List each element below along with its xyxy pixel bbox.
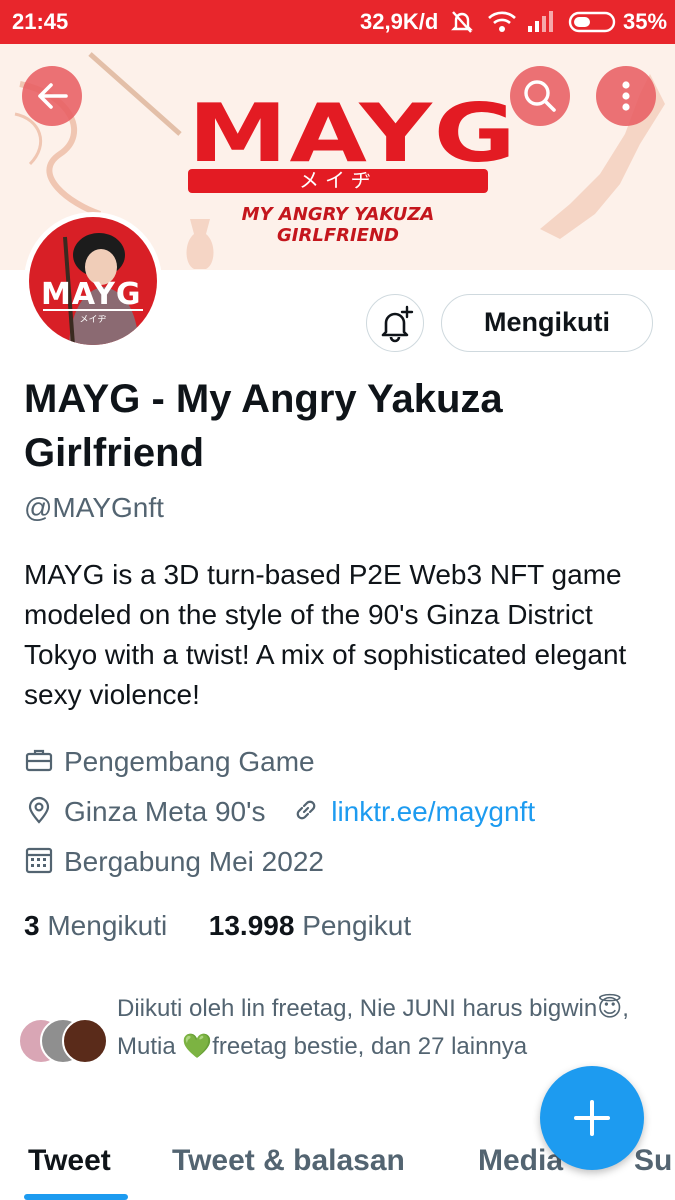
compose-tweet-button[interactable]	[540, 1066, 644, 1170]
profile-avatar[interactable]: MAYG メイヂ	[24, 212, 162, 350]
status-time: 21:45	[12, 9, 69, 34]
back-button[interactable]	[22, 66, 82, 126]
display-name: MAYG - My Angry Yakuza Girlfriend	[24, 377, 503, 475]
followers-count: 13.998	[208, 910, 295, 941]
following-count: 3	[24, 910, 40, 941]
status-bar: 21:45 32,9K/d 35%	[0, 0, 675, 44]
banner-logo-kana: メイヂ	[188, 169, 488, 193]
signal-icon	[526, 8, 556, 42]
more-vertical-icon	[622, 81, 630, 111]
profile-location-row: Ginza Meta 90's linktr.ee/maygnft	[24, 795, 535, 828]
category-label: Pengembang Game	[64, 746, 315, 777]
calendar-icon	[25, 847, 53, 874]
follow-counts: 3 Mengikuti 13.998 Pengikut	[24, 910, 411, 942]
notifications-button[interactable]	[366, 294, 424, 352]
wifi-icon	[486, 8, 518, 42]
followed-by-text[interactable]: Diikuti oleh lin freetag, Nie JUNI harus…	[117, 990, 657, 1066]
profile-bio: MAYG is a 3D turn-based P2E Web3 NFT gam…	[24, 559, 627, 710]
banner-logo-text: MAYG	[188, 86, 518, 181]
plus-icon	[574, 1100, 610, 1136]
following-label: Mengikuti	[47, 910, 168, 941]
search-button[interactable]	[510, 66, 570, 126]
katana-decoration	[88, 52, 182, 136]
back-arrow-icon	[38, 83, 68, 109]
following-link[interactable]: 3 Mengikuti	[24, 910, 167, 941]
location-pin-icon	[28, 796, 50, 824]
search-icon	[524, 80, 556, 112]
followed-by-avatars[interactable]	[18, 1018, 110, 1066]
more-button[interactable]	[596, 66, 656, 126]
avatar-logo-kana: メイヂ	[43, 309, 143, 325]
mute-icon	[448, 8, 476, 42]
active-tab-indicator	[24, 1194, 128, 1200]
joined-label: Bergabung Mei 2022	[64, 846, 324, 877]
briefcase-icon	[25, 749, 53, 772]
avatar-image: MAYG メイヂ	[29, 217, 157, 345]
tab-tweets-replies[interactable]: Tweet & balasan	[172, 1144, 405, 1178]
profile-link[interactable]: linktr.ee/maygnft	[331, 796, 535, 827]
avatar-logo-text: MAYG	[41, 277, 142, 312]
followers-label: Pengikut	[302, 910, 412, 941]
user-handle: @MAYGnft	[24, 492, 164, 523]
following-button[interactable]: Mengikuti	[441, 294, 653, 352]
banner-logo-subtitle: MY ANGRY YAKUZA GIRLFRIEND	[241, 204, 435, 246]
profile-joined-row: Bergabung Mei 2022	[24, 845, 324, 878]
battery-icon	[568, 8, 618, 42]
link-icon	[296, 800, 316, 820]
battery-percent: 35%	[623, 9, 668, 34]
follower-avatar	[62, 1018, 108, 1064]
tab-tweets[interactable]: Tweet	[28, 1144, 111, 1178]
profile-category: Pengembang Game	[24, 745, 315, 778]
network-speed: 32,9K/d	[360, 9, 439, 34]
location-label: Ginza Meta 90's	[64, 796, 266, 827]
followers-link[interactable]: 13.998 Pengikut	[209, 910, 411, 941]
bell-plus-icon	[381, 305, 414, 343]
